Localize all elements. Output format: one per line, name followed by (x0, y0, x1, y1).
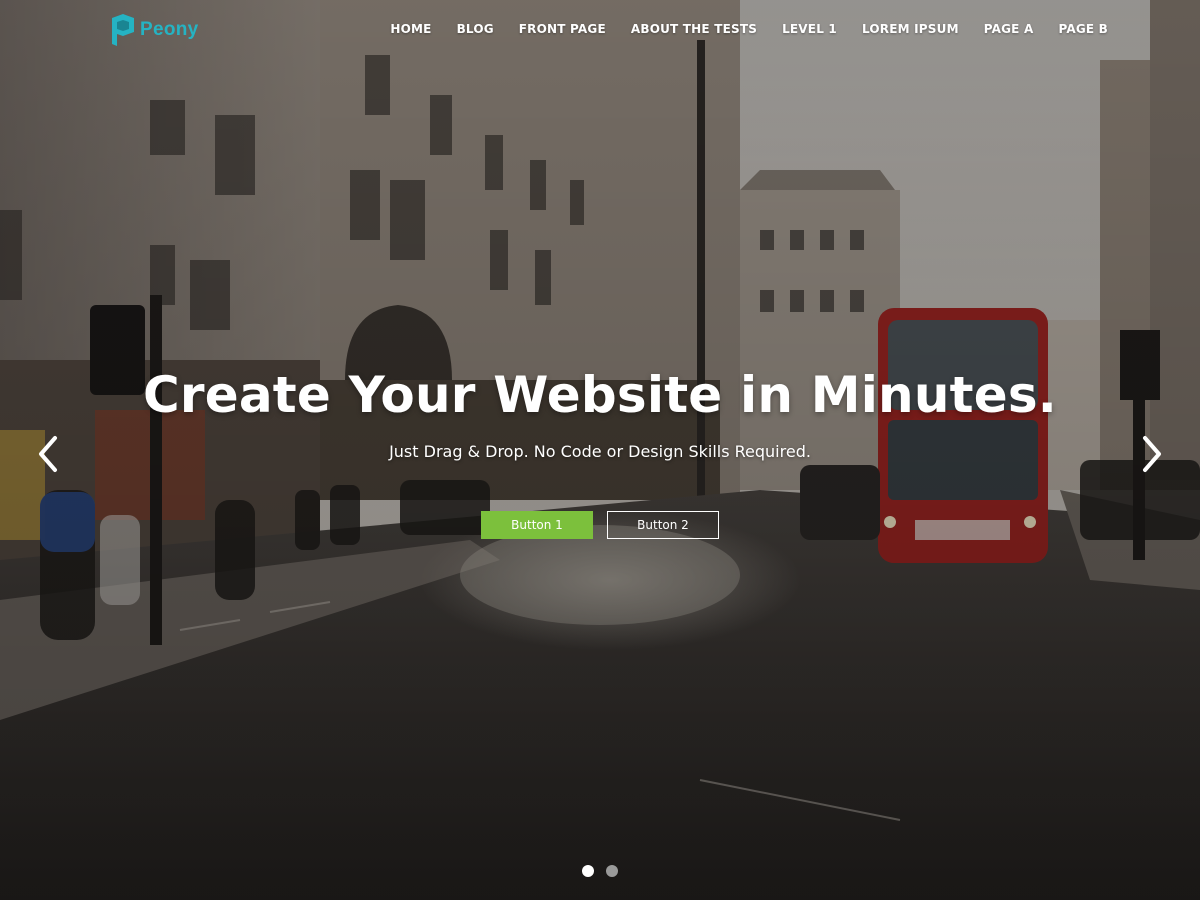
slider-next-button[interactable] (1137, 434, 1167, 474)
peony-logo-icon (112, 14, 134, 46)
nav-item-page-a[interactable]: PAGE A (984, 22, 1034, 36)
main-navigation: HOME BLOG FRONT PAGE ABOUT THE TESTS LEV… (390, 22, 1108, 36)
nav-item-home[interactable]: HOME (390, 22, 431, 36)
nav-item-level-1[interactable]: LEVEL 1 (782, 22, 837, 36)
nav-item-lorem-ipsum[interactable]: LOREM IPSUM (862, 22, 959, 36)
brand-name: Peony (140, 19, 199, 40)
hero-subheadline: Just Drag & Drop. No Code or Design Skil… (389, 442, 811, 461)
chevron-left-icon (39, 436, 57, 472)
button-2[interactable]: Button 2 (607, 511, 719, 539)
nav-item-front-page[interactable]: FRONT PAGE (519, 22, 606, 36)
brand-logo[interactable]: Peony (112, 14, 199, 46)
slider-pagination (582, 865, 618, 877)
slider-dot-2[interactable] (606, 865, 618, 877)
nav-item-blog[interactable]: BLOG (457, 22, 494, 36)
hero-slider: Peony HOME BLOG FRONT PAGE ABOUT THE TES… (0, 0, 1200, 900)
slider-prev-button[interactable] (33, 434, 63, 474)
nav-item-about-the-tests[interactable]: ABOUT THE TESTS (631, 22, 757, 36)
nav-item-page-b[interactable]: PAGE B (1058, 22, 1108, 36)
hero-headline: Create Your Website in Minutes. (142, 366, 1058, 424)
slider-dot-1[interactable] (582, 865, 594, 877)
chevron-right-icon (1143, 436, 1161, 472)
button-1[interactable]: Button 1 (481, 511, 593, 539)
